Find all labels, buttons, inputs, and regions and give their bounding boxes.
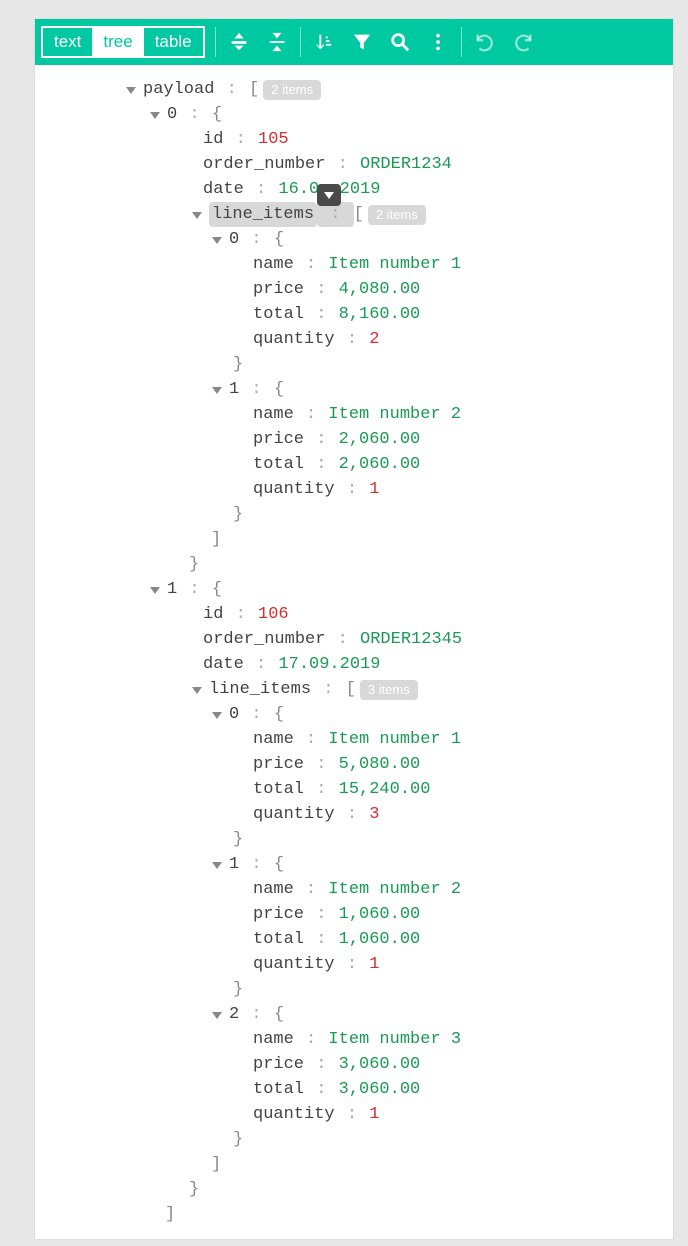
tree-leaf[interactable]: id : 106 xyxy=(35,602,673,627)
tree-leaf[interactable]: total : 3,060.00 xyxy=(35,1077,673,1102)
tree-node[interactable]: 1 : { xyxy=(35,377,673,402)
tree-leaf[interactable]: quantity : 2 xyxy=(35,327,673,352)
close-brace: } xyxy=(35,1127,673,1152)
tree-leaf[interactable]: total : 8,160.00 xyxy=(35,302,673,327)
search-icon xyxy=(389,31,411,53)
chevron-down-icon[interactable] xyxy=(209,859,225,871)
tab-text[interactable]: text xyxy=(43,28,92,56)
chevron-down-icon[interactable] xyxy=(209,234,225,246)
tree-leaf[interactable]: date : 16.09.2019 xyxy=(35,177,673,202)
close-brace: } xyxy=(35,977,673,1002)
filter-icon xyxy=(351,31,373,53)
tree-leaf[interactable]: total : 1,060.00 xyxy=(35,927,673,952)
tree-leaf[interactable]: date : 17.09.2019 xyxy=(35,652,673,677)
divider xyxy=(215,27,216,57)
tree-node[interactable]: 0 : { xyxy=(35,227,673,252)
tree-node[interactable]: 0 : { xyxy=(35,102,673,127)
undo-icon xyxy=(474,31,496,53)
tree-leaf[interactable]: name : Item number 2 xyxy=(35,877,673,902)
json-value: ORDER1234 xyxy=(360,152,452,177)
redo-button[interactable] xyxy=(504,23,542,61)
close-bracket: ] xyxy=(35,1202,673,1227)
tree-content: payload : [ 2 items 0 : { id : 105 order… xyxy=(35,65,673,1239)
tree-leaf[interactable]: total : 15,240.00 xyxy=(35,777,673,802)
close-brace: } xyxy=(35,552,673,577)
chevron-down-icon[interactable] xyxy=(189,684,205,696)
more-vertical-icon xyxy=(427,31,449,53)
divider xyxy=(300,27,301,57)
tree-leaf[interactable]: order_number : ORDER12345 xyxy=(35,627,673,652)
json-key: payload xyxy=(143,77,214,102)
tree-leaf[interactable]: name : Item number 2 xyxy=(35,402,673,427)
sort-button[interactable] xyxy=(305,23,343,61)
tree-leaf[interactable]: id : 105 xyxy=(35,127,673,152)
tree-leaf[interactable]: name : Item number 1 xyxy=(35,252,673,277)
chevron-down-icon[interactable] xyxy=(209,709,225,721)
tree-leaf[interactable]: price : 1,060.00 xyxy=(35,902,673,927)
tab-table[interactable]: table xyxy=(144,28,203,56)
close-bracket: ] xyxy=(35,527,673,552)
view-mode-segment: text tree table xyxy=(41,26,205,58)
item-count-badge: 2 items xyxy=(263,80,321,100)
expand-all-button[interactable] xyxy=(220,23,258,61)
divider xyxy=(461,27,462,57)
tree-node-line-items[interactable]: line_items : [ 3 items xyxy=(35,677,673,702)
dropdown-marker[interactable] xyxy=(317,184,341,206)
tree-leaf[interactable]: quantity : 3 xyxy=(35,802,673,827)
chevron-down-icon[interactable] xyxy=(209,384,225,396)
tree-node-payload[interactable]: payload : [ 2 items xyxy=(35,77,673,102)
toolbar: text tree table xyxy=(35,19,673,65)
tab-tree[interactable]: tree xyxy=(92,28,143,56)
tree-node-line-items[interactable]: line_items : [ 2 items xyxy=(35,202,673,227)
tree-leaf[interactable]: price : 2,060.00 xyxy=(35,427,673,452)
close-brace: } xyxy=(35,827,673,852)
item-count-badge: 2 items xyxy=(368,205,426,225)
json-index: 0 xyxy=(167,102,177,127)
tree-node[interactable]: 2 : { xyxy=(35,1002,673,1027)
undo-button[interactable] xyxy=(466,23,504,61)
close-brace: } xyxy=(35,352,673,377)
item-count-badge: 3 items xyxy=(360,680,418,700)
chevron-down-icon[interactable] xyxy=(123,84,139,96)
sort-icon xyxy=(313,31,335,53)
tree-node[interactable]: 0 : { xyxy=(35,702,673,727)
tree-leaf[interactable]: order_number : ORDER1234 xyxy=(35,152,673,177)
search-button[interactable] xyxy=(381,23,419,61)
tree-leaf[interactable]: quantity : 1 xyxy=(35,477,673,502)
more-button[interactable] xyxy=(419,23,457,61)
json-value: 105 xyxy=(258,127,289,152)
tree-leaf[interactable]: quantity : 1 xyxy=(35,952,673,977)
filter-button[interactable] xyxy=(343,23,381,61)
redo-icon xyxy=(512,31,534,53)
tree-leaf[interactable]: total : 2,060.00 xyxy=(35,452,673,477)
tree-node[interactable]: 1 : { xyxy=(35,577,673,602)
json-viewer-panel: text tree table xyxy=(34,18,674,1240)
tree-leaf[interactable]: price : 5,080.00 xyxy=(35,752,673,777)
tree-leaf[interactable]: name : Item number 1 xyxy=(35,727,673,752)
close-brace: } xyxy=(35,1177,673,1202)
chevron-down-icon[interactable] xyxy=(147,584,163,596)
tree-leaf[interactable]: quantity : 1 xyxy=(35,1102,673,1127)
json-key: line_items xyxy=(209,202,317,227)
tree-leaf[interactable]: price : 3,060.00 xyxy=(35,1052,673,1077)
chevron-down-icon[interactable] xyxy=(189,209,205,221)
collapse-all-icon xyxy=(266,31,288,53)
expand-all-icon xyxy=(228,31,250,53)
close-bracket: ] xyxy=(35,1152,673,1177)
tree-node[interactable]: 1 : { xyxy=(35,852,673,877)
chevron-down-icon[interactable] xyxy=(209,1009,225,1021)
collapse-all-button[interactable] xyxy=(258,23,296,61)
close-brace: } xyxy=(35,502,673,527)
tree-leaf[interactable]: name : Item number 3 xyxy=(35,1027,673,1052)
chevron-down-icon[interactable] xyxy=(147,109,163,121)
json-index: 1 xyxy=(167,577,177,602)
json-key: line_items xyxy=(209,677,311,702)
tree-leaf[interactable]: price : 4,080.00 xyxy=(35,277,673,302)
